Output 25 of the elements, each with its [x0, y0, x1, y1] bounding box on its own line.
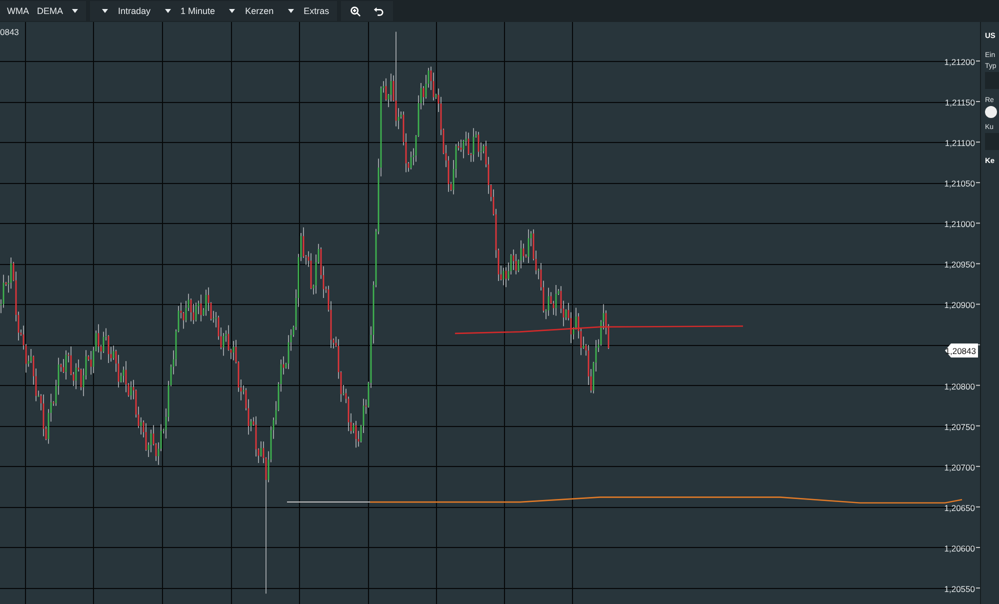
price-label: 1,20750: [944, 422, 975, 432]
price-label: 1,20700: [944, 462, 975, 472]
zoom-in-icon[interactable]: [350, 6, 362, 16]
price-label: 1,20900: [944, 300, 975, 310]
dropdown-button[interactable]: Kerzen: [221, 2, 278, 20]
price-label: 1,21100: [944, 138, 975, 148]
caret-icon[interactable]: [72, 9, 78, 13]
toggle-switch[interactable]: [985, 106, 997, 118]
price-label: 1,20550: [944, 584, 975, 594]
dropdown-button[interactable]: 1 Minute: [156, 2, 220, 20]
price-label: 1,21150: [944, 98, 975, 108]
price-label: 0843: [0, 27, 19, 37]
indicator-button[interactable]: DEMA: [34, 2, 66, 20]
dropdown-button[interactable]: Intraday: [94, 2, 155, 20]
price-label: 1,20800: [944, 381, 975, 392]
dropdown-button[interactable]: Extras: [280, 2, 334, 20]
current-price-tag: 1,20843: [945, 343, 978, 358]
price-label: 1,20950: [944, 260, 975, 270]
indicator-button[interactable]: WMA: [4, 2, 32, 20]
price-label: 1,21050: [944, 178, 975, 189]
price-label: 1,20600: [944, 543, 975, 554]
price-label: 1,21000: [944, 219, 975, 230]
undo-icon[interactable]: [373, 6, 384, 16]
price-label: 1,20650: [944, 502, 975, 513]
price-label: 1,21200: [944, 57, 975, 67]
